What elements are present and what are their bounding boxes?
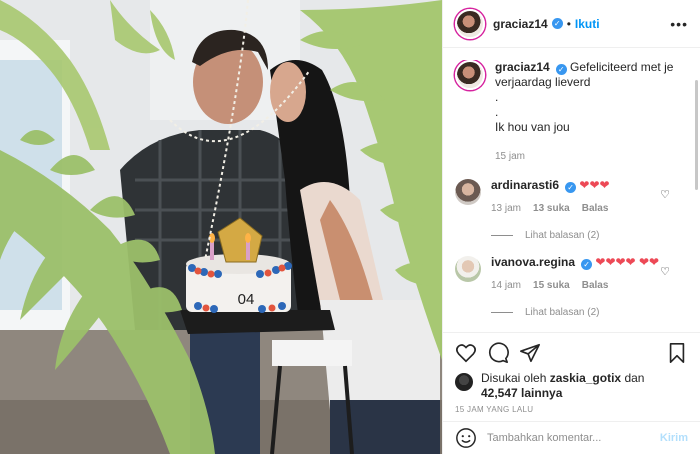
likes-prefix: Disukai oleh [481, 371, 547, 385]
liker-avatar[interactable] [455, 373, 473, 391]
comment-likes[interactable]: 13 suka [533, 201, 570, 216]
add-comment-bar: Kirim [443, 421, 700, 454]
like-heart-icon[interactable] [455, 342, 477, 364]
post-date: 15 JAM YANG LALU [455, 405, 534, 414]
comment-meta: 14 jam 15 suka Balas [491, 278, 688, 293]
caption-avatar[interactable] [455, 60, 485, 90]
caption-line-3: . [495, 105, 499, 119]
comment-text: ❤❤❤ [579, 178, 610, 192]
more-options-icon[interactable]: ••• [670, 16, 688, 32]
view-replies-button[interactable]: Lihat balasan (2) [491, 307, 688, 318]
verified-icon: ✓ [565, 182, 577, 193]
action-icons [455, 341, 688, 365]
cake-number: 04 [238, 291, 255, 308]
view-replies-button[interactable]: Lihat balasan (2) [491, 230, 688, 241]
comment-text: ❤❤❤❤ ❤❤ [595, 255, 660, 269]
reply-button[interactable]: Balas [582, 278, 609, 293]
separator-dot: • [566, 16, 571, 31]
likes-summary: Disukai oleh zaskia_gotix dan 42,547 lai… [455, 371, 688, 401]
comment-avatar[interactable] [455, 256, 481, 282]
verified-icon: ✓ [551, 18, 563, 29]
comment-input[interactable] [487, 432, 660, 444]
emoji-icon[interactable] [455, 427, 477, 449]
post-panel: graciaz14 ✓ • Ikuti ••• graciaz14 ✓ Gefel… [442, 0, 700, 454]
comment-body: ivanova.regina ✓ ❤❤❤❤ ❤❤ 14 jam 15 suka B… [491, 255, 688, 293]
verified-icon: ✓ [581, 259, 593, 270]
comment-time: 14 jam [491, 280, 522, 291]
likes-middle: dan [624, 371, 645, 385]
comment-avatar[interactable] [455, 179, 481, 205]
caption: graciaz14 ✓ Gefeliciteerd met je verjaard… [455, 60, 688, 164]
comment-item: ardinarasti6 ✓ ❤❤❤ 13 jam 13 suka Balas ♡ [455, 178, 688, 216]
likes-text[interactable]: Disukai oleh zaskia_gotix dan 42,547 lai… [481, 371, 644, 401]
verified-icon: ✓ [555, 64, 567, 75]
comments-list[interactable]: graciaz14 ✓ Gefeliciteerd met je verjaard… [443, 60, 700, 332]
comment-time: 13 jam [491, 203, 522, 214]
bookmark-icon[interactable] [666, 342, 688, 364]
comment-body: ardinarasti6 ✓ ❤❤❤ 13 jam 13 suka Balas [491, 178, 688, 216]
caption-body: graciaz14 ✓ Gefeliciteerd met je verjaard… [495, 60, 688, 164]
comment-like-icon[interactable]: ♡ [660, 188, 670, 201]
caption-line-2: . [495, 90, 499, 104]
avatar[interactable] [455, 8, 485, 39]
post-photo[interactable]: 04 [0, 0, 442, 454]
send-comment-button[interactable]: Kirim [660, 432, 688, 444]
photo-illustration: 04 [0, 0, 442, 454]
comment-meta: 13 jam 13 suka Balas [491, 201, 688, 216]
comment-username[interactable]: ivanova.regina [491, 255, 575, 269]
comment-like-icon[interactable]: ♡ [660, 265, 670, 278]
caption-username[interactable]: graciaz14 [495, 60, 550, 74]
caption-meta: 15 jam [495, 149, 688, 164]
post-actions: Disukai oleh zaskia_gotix dan 42,547 lai… [443, 332, 700, 414]
post-header: graciaz14 ✓ • Ikuti ••• [443, 0, 700, 48]
caption-time: 15 jam [495, 151, 526, 162]
reply-button[interactable]: Balas [582, 201, 609, 216]
comment-icon[interactable] [487, 342, 509, 364]
comment-username[interactable]: ardinarasti6 [491, 178, 559, 192]
comment-likes[interactable]: 15 suka [533, 278, 570, 293]
caption-line-4: Ik hou van jou [495, 120, 570, 134]
share-send-icon[interactable] [519, 342, 541, 364]
follow-button[interactable]: Ikuti [575, 17, 600, 31]
likes-user[interactable]: zaskia_gotix [550, 371, 621, 385]
comment-item: ivanova.regina ✓ ❤❤❤❤ ❤❤ 14 jam 15 suka B… [455, 255, 688, 293]
likes-count[interactable]: 42,547 lainnya [481, 386, 562, 400]
header-username[interactable]: graciaz14 [493, 17, 548, 31]
